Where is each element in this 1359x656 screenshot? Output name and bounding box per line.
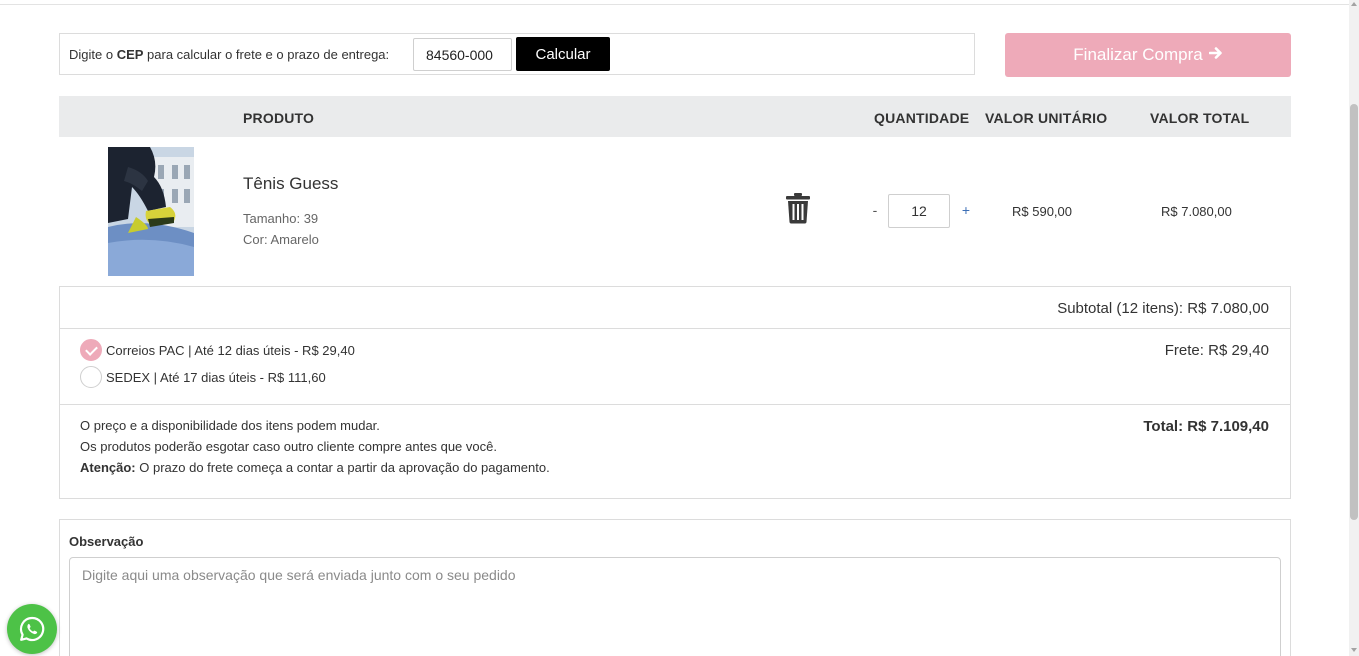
- grand-total: Total: R$ 7.109,40: [1143, 418, 1269, 435]
- notice-line-1: O preço e a disponibilidade dos itens po…: [80, 418, 380, 433]
- header-unit-price: VALOR UNITÁRIO: [985, 110, 1108, 126]
- shipping-option-sedex[interactable]: SEDEX | Até 17 dias úteis - R$ 111,60: [80, 366, 326, 388]
- vertical-scrollbar[interactable]: [1349, 0, 1359, 656]
- shipping-option-pac[interactable]: Correios PAC | Até 12 dias úteis - R$ 29…: [80, 339, 355, 361]
- quantity-decrease-button[interactable]: -: [869, 202, 881, 218]
- unit-price: R$ 590,00: [1012, 204, 1072, 219]
- header-total: VALOR TOTAL: [1150, 110, 1250, 126]
- scrollbar-thumb[interactable]: [1350, 104, 1358, 520]
- shipping-option-label: Correios PAC | Até 12 dias úteis - R$ 29…: [106, 342, 355, 358]
- radio-checked-icon[interactable]: [80, 339, 102, 361]
- product-name[interactable]: Tênis Guess: [243, 174, 338, 194]
- trash-icon[interactable]: [785, 192, 811, 224]
- quantity-input[interactable]: [888, 194, 950, 228]
- header-product: PRODUTO: [243, 110, 315, 126]
- item-total: R$ 7.080,00: [1161, 204, 1232, 219]
- divider: [60, 404, 1290, 405]
- subtotal: Subtotal (12 itens): R$ 7.080,00: [1057, 300, 1269, 317]
- freight-value: Frete: R$ 29,40: [1164, 342, 1269, 359]
- arrow-right-icon: [1208, 45, 1223, 65]
- radio-unchecked-icon[interactable]: [80, 366, 102, 388]
- header-quantity: QUANTIDADE: [874, 110, 970, 126]
- notice-line-2: Os produtos poderão esgotar caso outro c…: [80, 439, 497, 454]
- product-color: Cor: Amarelo: [243, 232, 319, 247]
- observation-title: Observação: [69, 534, 144, 549]
- observation-section: Observação: [59, 519, 1291, 656]
- cep-calculator: Digite o CEP para calcular o frete e o p…: [59, 33, 975, 75]
- scroll-down-icon[interactable]: [1351, 648, 1357, 652]
- top-divider: [0, 4, 1359, 5]
- cart-table-header: PRODUTO QUANTIDADE VALOR UNITÁRIO VALOR …: [59, 96, 1291, 137]
- notice-attention: Atenção: O prazo do frete começa a conta…: [80, 460, 550, 475]
- whatsapp-icon: [19, 616, 45, 642]
- product-size: Tamanho: 39: [243, 211, 319, 226]
- cep-input[interactable]: [413, 38, 512, 71]
- order-summary: Subtotal (12 itens): R$ 7.080,00 Correio…: [59, 286, 1291, 499]
- observation-textarea[interactable]: [69, 557, 1281, 656]
- quantity-increase-button[interactable]: +: [959, 202, 973, 218]
- calculate-button[interactable]: Calcular: [516, 37, 610, 71]
- whatsapp-button[interactable]: [7, 604, 57, 654]
- finalize-purchase-button[interactable]: Finalizar Compra: [1005, 33, 1291, 77]
- divider: [60, 328, 1290, 329]
- product-image[interactable]: [108, 147, 194, 276]
- shipping-option-label: SEDEX | Até 17 dias úteis - R$ 111,60: [106, 369, 326, 385]
- cep-label: Digite o CEP para calcular o frete e o p…: [69, 47, 390, 62]
- finalize-label: Finalizar Compra: [1073, 45, 1203, 64]
- scroll-up-icon[interactable]: [1351, 2, 1357, 6]
